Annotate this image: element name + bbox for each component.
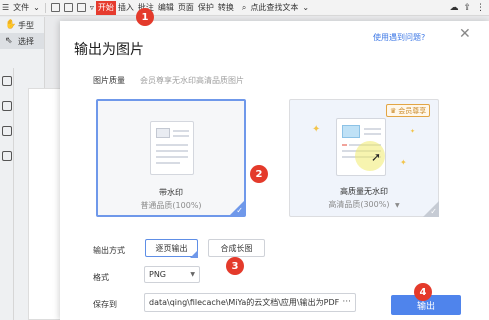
- toolbar-divider: [44, 2, 46, 13]
- doc-line: [156, 156, 188, 158]
- hq-option-detail: 高清品质(300%) ▼: [290, 199, 438, 210]
- select-tool-label: 选择: [18, 36, 34, 46]
- file-menu[interactable]: 文件: [11, 0, 31, 16]
- doc-line: [156, 150, 188, 152]
- doc-line: [364, 133, 381, 135]
- mouse-cursor-icon: ➚: [371, 150, 382, 164]
- dialog-title: 输出为图片: [74, 42, 144, 58]
- format-value: PNG: [149, 270, 167, 279]
- checkmark-icon: ✓: [236, 206, 243, 215]
- hand-tool-label: 手型: [18, 20, 34, 30]
- watermark-option-detail: 普通品质(100%): [140, 201, 202, 210]
- doc-line: [156, 162, 180, 164]
- hq-option-card[interactable]: ♛ 会员尊享 ✦ ✦ ✦ ➚ 高质量无水印 高清品质(300%) ▼ ✓: [289, 99, 439, 217]
- sparkle-icon: ✦: [400, 158, 407, 167]
- attachment-icon[interactable]: [2, 151, 12, 161]
- file-dropdown-icon[interactable]: ⌄: [31, 0, 42, 16]
- browse-more-icon[interactable]: ···: [339, 297, 351, 307]
- search-icon[interactable]: ⌕: [240, 0, 248, 16]
- doc-line: [342, 144, 347, 146]
- export-image-dialog: 输出为图片 使用遇到问题? ✕ 图片质量 会员尊享无水印高清品质图片 带水印 普…: [60, 21, 489, 320]
- step-marker-4: 4: [414, 283, 432, 301]
- doc-line: [173, 135, 189, 137]
- hq-option-name: 高质量无水印: [340, 187, 388, 196]
- step-marker-3: 3: [226, 257, 244, 275]
- hand-tool[interactable]: ✋ 手型: [0, 17, 44, 33]
- save-path-field[interactable]: data\qing\filecache\MiYa的云文档\应用\输出为PDF\ …: [144, 293, 356, 312]
- thumbnail-icon[interactable]: [2, 76, 12, 86]
- output-mode-label: 输出方式: [93, 246, 125, 255]
- doc-line: [173, 130, 189, 132]
- stamp-icon[interactable]: [2, 126, 12, 136]
- help-link[interactable]: 使用遇到问题?: [373, 32, 425, 43]
- doc-line: [364, 128, 381, 130]
- save-to-label: 保存到: [93, 300, 117, 309]
- quality-label: 图片质量: [93, 76, 125, 85]
- tab-edit[interactable]: 编辑: [156, 0, 176, 16]
- sparkle-icon: ✦: [410, 128, 416, 135]
- tab-insert[interactable]: 插入: [116, 0, 136, 16]
- cloud-sync-icon[interactable]: ☁: [449, 3, 458, 13]
- member-badge: ♛ 会员尊享: [386, 104, 431, 117]
- tab-convert[interactable]: 转换: [216, 0, 236, 16]
- cursor-arrow-icon: ⇖: [5, 36, 13, 46]
- print-icon[interactable]: [76, 3, 86, 12]
- top-toolbar: ☰ 文件 ⌄ ▿ 开始 插入 批注 编辑 页面 保护 转换 ⌕ 点此查找文本 ⌄…: [0, 0, 489, 16]
- format-select[interactable]: PNG ▼: [144, 266, 200, 283]
- tab-page[interactable]: 页面: [176, 0, 196, 16]
- document-page: [28, 88, 62, 320]
- doc-image-placeholder: [342, 125, 360, 138]
- close-icon[interactable]: ✕: [459, 26, 471, 42]
- more-icon[interactable]: ⋮: [476, 3, 485, 13]
- selected-corner: [190, 250, 198, 258]
- search-text-button[interactable]: 点此查找文本: [248, 0, 300, 16]
- crown-icon: ♛: [390, 106, 397, 115]
- select-tool[interactable]: ⇖ 选择: [0, 33, 44, 49]
- checkmark-icon: ✓: [430, 207, 437, 216]
- step-marker-1: 1: [136, 8, 154, 26]
- chevron-down-icon: ▼: [190, 271, 195, 278]
- more-dropdown-icon[interactable]: ▿: [88, 0, 96, 16]
- chevron-down-icon[interactable]: ▼: [395, 202, 400, 209]
- doc-image-placeholder: [156, 128, 170, 138]
- share-icon[interactable]: ⇪: [463, 3, 471, 13]
- hq-option-detail-text: 高清品质(300%): [328, 200, 390, 209]
- watermark-option-card[interactable]: 带水印 普通品质(100%) ✓: [96, 99, 246, 217]
- save-icon[interactable]: [63, 3, 73, 12]
- hand-icon: ✋: [5, 20, 17, 30]
- watermark-option-name: 带水印: [159, 188, 183, 197]
- image-icon[interactable]: [2, 101, 12, 111]
- save-path-value: data\qing\filecache\MiYa的云文档\应用\输出为PDF\: [149, 298, 342, 307]
- step-marker-2: 2: [250, 165, 268, 183]
- doc-line: [156, 144, 188, 146]
- menu-icon[interactable]: ☰: [0, 0, 11, 16]
- side-icon-bar: [0, 68, 14, 320]
- open-icon[interactable]: [50, 3, 60, 12]
- tab-protect[interactable]: 保护: [196, 0, 216, 16]
- member-badge-label: 会员尊享: [398, 106, 427, 115]
- long-image-button[interactable]: 合成长图: [208, 239, 265, 257]
- search-dropdown-icon[interactable]: ⌄: [300, 0, 311, 16]
- tab-start[interactable]: 开始: [95, 0, 116, 15]
- sparkle-icon: ✦: [312, 124, 321, 135]
- quality-note: 会员尊享无水印高清品质图片: [140, 76, 244, 85]
- document-illustration-icon: [150, 121, 194, 175]
- toolbar-right: ☁ ⇪ ⋮: [449, 0, 485, 16]
- format-label: 格式: [93, 273, 109, 282]
